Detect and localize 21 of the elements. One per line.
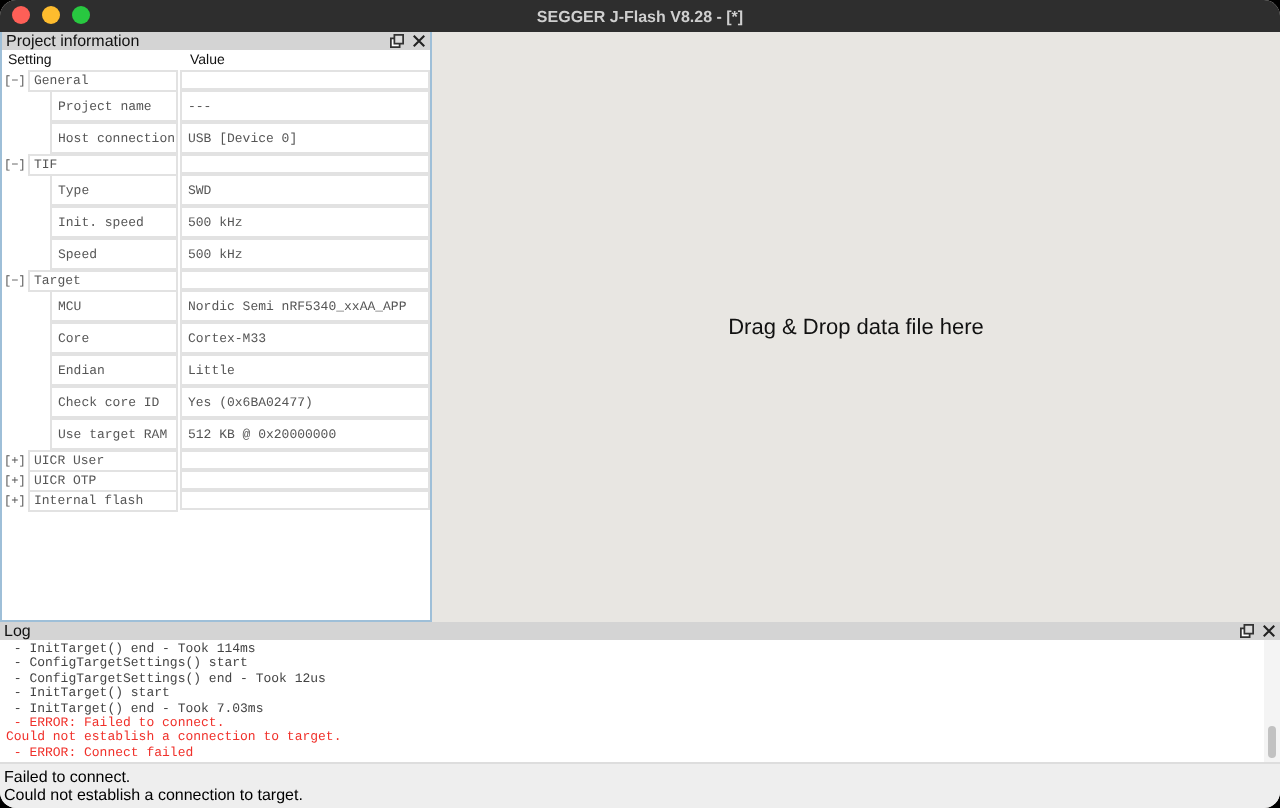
close-icon[interactable] (412, 34, 426, 48)
value-cell[interactable] (180, 154, 430, 174)
status-message: Could not establish a connection to target. (4, 786, 305, 804)
value-cell[interactable] (180, 490, 430, 510)
scrollbar-thumb[interactable] (1268, 726, 1276, 758)
value-cell[interactable] (180, 270, 430, 290)
value-cell[interactable] (180, 70, 430, 90)
drop-hint: Drag & Drop data file here (728, 315, 984, 339)
undock-icon[interactable] (1240, 624, 1254, 638)
value-cell[interactable] (180, 470, 430, 490)
value-cell[interactable] (180, 450, 430, 470)
drop-area[interactable]: Drag & Drop data file here (432, 32, 1280, 622)
undock-icon[interactable] (390, 34, 404, 48)
log-title: Log (4, 622, 31, 640)
status-message: Failed to connect. (4, 768, 133, 786)
minimize-window-button[interactable] (42, 6, 60, 24)
close-window-button[interactable] (12, 6, 30, 24)
zoom-window-button[interactable] (72, 6, 90, 24)
panel-title: Project information (6, 32, 140, 50)
window-title: SEGGER J-Flash V8.28 - [*] (536, 7, 744, 25)
close-icon[interactable] (1262, 624, 1276, 638)
